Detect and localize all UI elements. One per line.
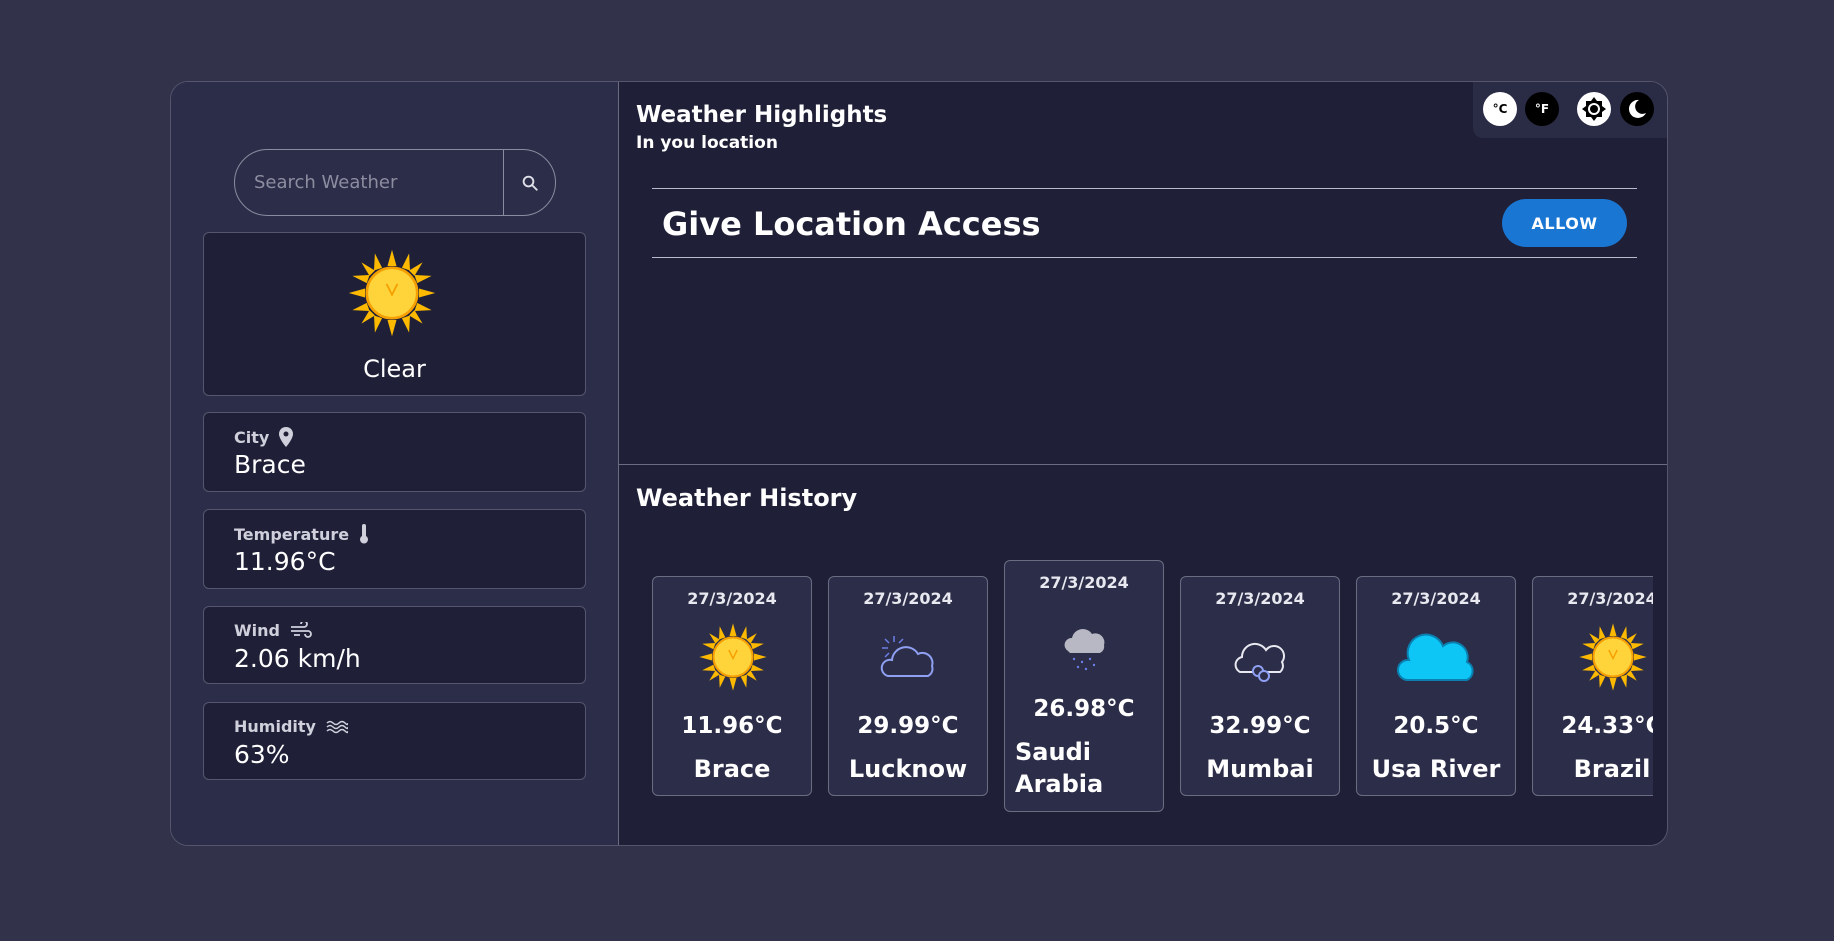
search-input[interactable] bbox=[235, 150, 503, 215]
search-bar bbox=[234, 149, 556, 216]
unit-theme-toggles: °C °F bbox=[1473, 82, 1667, 138]
temperature-label-row: Temperature bbox=[234, 524, 369, 544]
history-card[interactable]: 27/3/2024 11.96°C Brace bbox=[652, 576, 812, 796]
city-label-row: City bbox=[234, 427, 294, 447]
weather-app: Clear City Brace Temperature 11.96°C bbox=[170, 81, 1668, 846]
humidity-card: Humidity 63% bbox=[203, 702, 586, 780]
history-temp: 11.96°C bbox=[681, 713, 783, 739]
allow-button[interactable]: ALLOW bbox=[1502, 199, 1627, 247]
history-date: 27/3/2024 bbox=[863, 589, 953, 608]
history-city: Brace bbox=[693, 755, 771, 783]
partly-cloudy-icon bbox=[880, 636, 934, 677]
humidity-label: Humidity bbox=[234, 717, 316, 736]
history-temp: 29.99°C bbox=[857, 713, 959, 739]
history-card[interactable]: 27/3/2024 24.33°C Brazil bbox=[1532, 576, 1653, 796]
history-date: 27/3/2024 bbox=[1215, 589, 1305, 608]
sun-icon bbox=[347, 248, 437, 338]
history-panel: Weather History 27/3/2024 11.96°C Brace … bbox=[619, 465, 1667, 845]
light-mode-button[interactable] bbox=[1577, 92, 1611, 126]
city-label: City bbox=[234, 427, 270, 447]
humidity-label-row: Humidity bbox=[234, 717, 348, 736]
cloud-rain-icon bbox=[1064, 629, 1105, 671]
wind-card: Wind 2.06 km/h bbox=[203, 606, 586, 684]
wind-value: 2.06 km/h bbox=[234, 644, 361, 673]
history-temp: 20.5°C bbox=[1393, 713, 1479, 739]
temperature-card: Temperature 11.96°C bbox=[203, 509, 586, 589]
history-temp: 32.99°C bbox=[1209, 713, 1311, 739]
sun-icon bbox=[1578, 622, 1648, 692]
humidity-value: 63% bbox=[234, 740, 290, 769]
history-city: Mumbai bbox=[1206, 755, 1314, 783]
location-access-title: Give Location Access bbox=[662, 205, 1041, 243]
city-card: City Brace bbox=[203, 412, 586, 492]
moon-icon bbox=[1628, 99, 1646, 118]
search-icon bbox=[522, 175, 538, 191]
history-city: Brazil bbox=[1573, 755, 1651, 783]
history-city: Lucknow bbox=[848, 755, 968, 783]
celsius-button[interactable]: °C bbox=[1483, 92, 1517, 126]
history-date: 27/3/2024 bbox=[1567, 589, 1653, 608]
history-card[interactable]: 27/3/2024 26.98°C Saudi Arabia bbox=[1004, 560, 1164, 812]
history-temp: 26.98°C bbox=[1033, 696, 1135, 722]
wind-label: Wind bbox=[234, 621, 280, 640]
temperature-label: Temperature bbox=[234, 524, 350, 544]
current-condition-card: Clear bbox=[203, 232, 586, 396]
highlights-panel: Weather Highlights In you location °C °F… bbox=[619, 82, 1667, 465]
cloud-outline-icon bbox=[1234, 642, 1285, 682]
left-panel: Clear City Brace Temperature 11.96°C bbox=[171, 82, 619, 845]
highlights-subtitle: In you location bbox=[636, 133, 778, 153]
condition-text: Clear bbox=[363, 355, 426, 383]
history-title: Weather History bbox=[636, 484, 858, 512]
fahrenheit-button[interactable]: °F bbox=[1525, 92, 1559, 126]
dark-mode-button[interactable] bbox=[1620, 92, 1654, 126]
wind-label-row: Wind bbox=[234, 621, 312, 640]
highlights-title: Weather Highlights bbox=[636, 102, 888, 128]
history-date: 27/3/2024 bbox=[1039, 573, 1129, 592]
history-city: Usa River bbox=[1371, 755, 1501, 783]
wind-icon bbox=[290, 621, 312, 638]
thermometer-icon bbox=[360, 524, 369, 544]
humidity-waves-icon bbox=[326, 720, 348, 733]
city-value: Brace bbox=[234, 450, 306, 479]
history-date: 27/3/2024 bbox=[1391, 589, 1481, 608]
history-temp: 24.33°C bbox=[1561, 713, 1653, 739]
history-card[interactable]: 27/3/2024 20.5°C Usa River bbox=[1356, 576, 1516, 796]
temperature-value: 11.96°C bbox=[234, 547, 336, 576]
location-access-bar: Give Location Access ALLOW bbox=[652, 188, 1637, 258]
location-pin-icon bbox=[279, 427, 294, 447]
sun-icon bbox=[698, 622, 768, 692]
search-button[interactable] bbox=[503, 150, 555, 215]
history-city: Saudi Arabia bbox=[1015, 738, 1104, 798]
cloud-icon bbox=[1397, 633, 1474, 681]
history-card[interactable]: 27/3/2024 29.99°C Lucknow bbox=[828, 576, 988, 796]
history-card[interactable]: 27/3/2024 32.99°C Mumbai bbox=[1180, 576, 1340, 796]
history-date: 27/3/2024 bbox=[687, 589, 777, 608]
brightness-icon bbox=[1582, 97, 1606, 121]
history-list[interactable]: 27/3/2024 11.96°C Brace 27/3/2024 29.99°… bbox=[652, 560, 1653, 820]
